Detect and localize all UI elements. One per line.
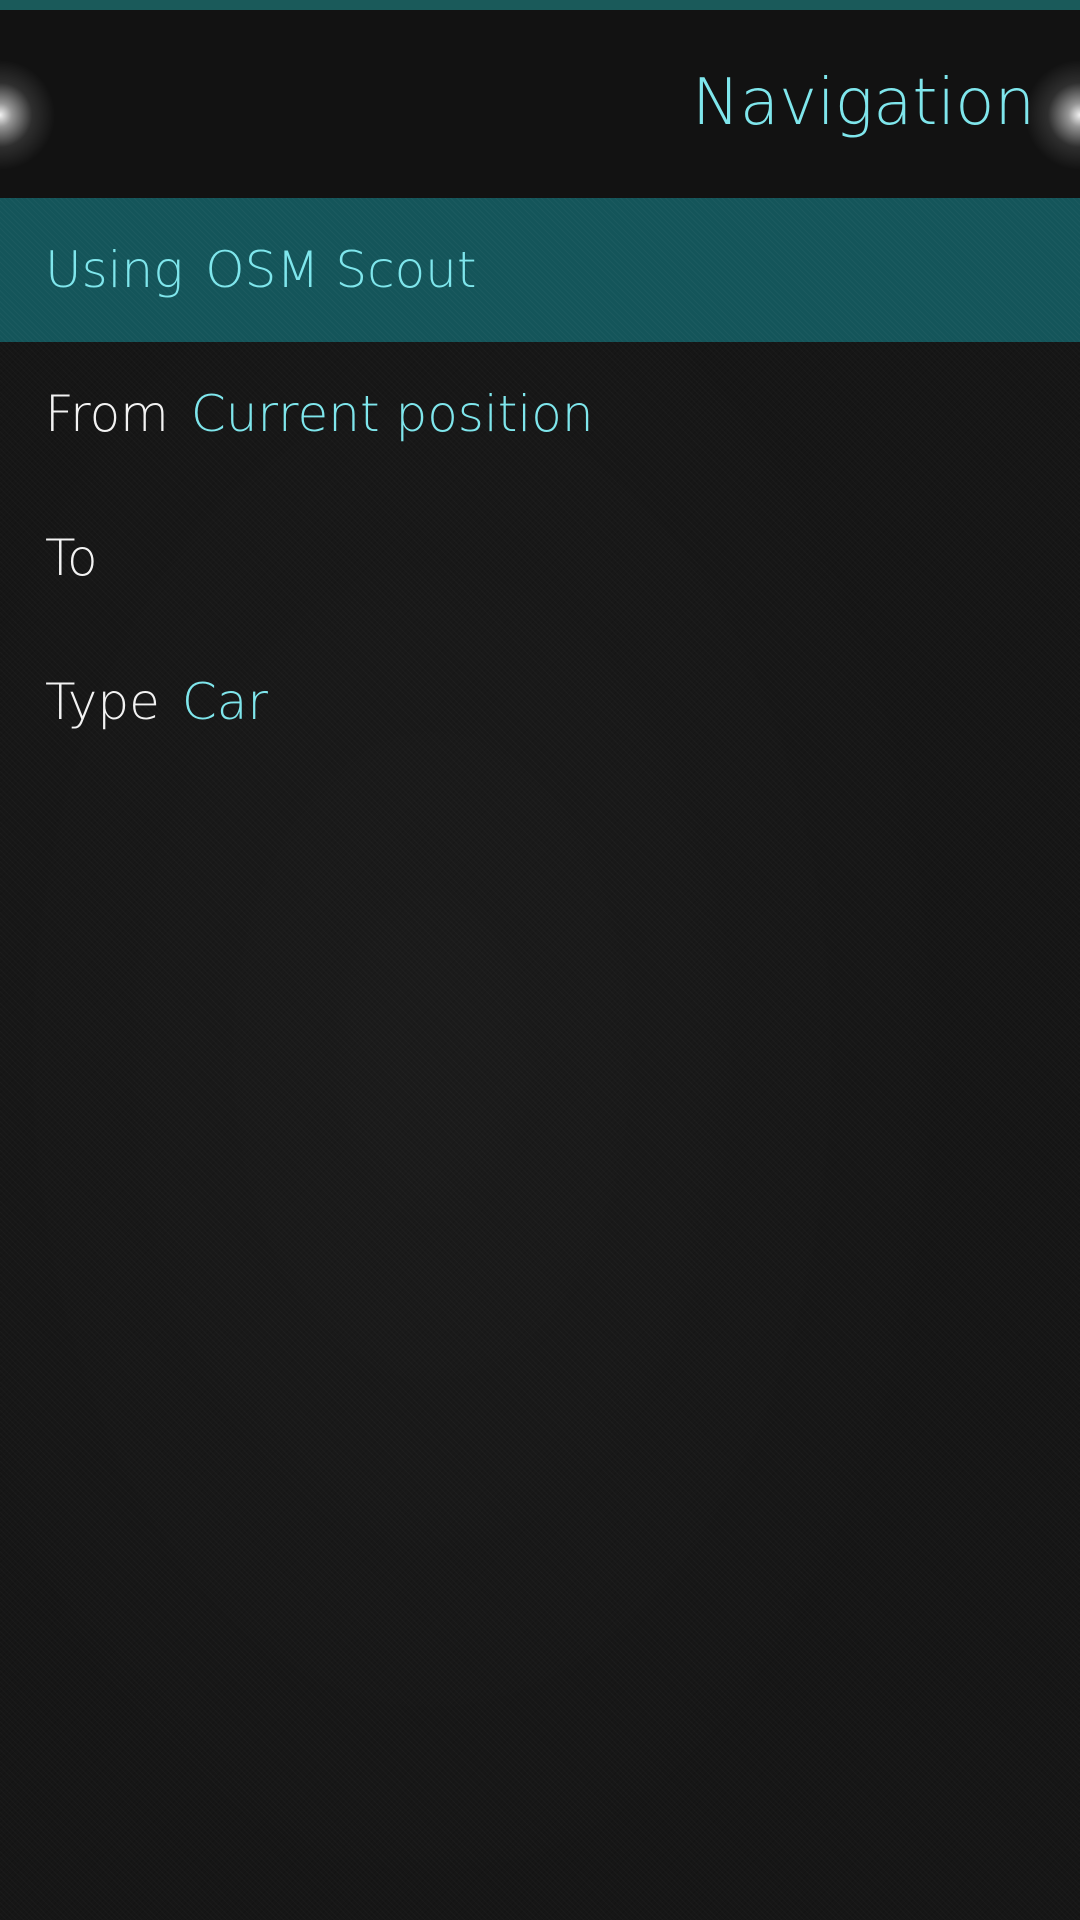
pulley-glow-left [0,55,60,175]
from-label: From [45,385,169,443]
from-selector[interactable]: From Current position [0,342,1080,486]
using-label: Using [45,241,184,299]
type-selector[interactable]: Type Car [0,630,1080,774]
screen: Navigation Using OSM Scout From Current … [0,0,1080,1920]
page-header: Navigation [0,10,1080,198]
type-label: Type [45,673,160,731]
from-value: Current position [190,385,594,443]
page-title: Navigation [692,66,1035,140]
using-selector[interactable]: Using OSM Scout [0,198,1080,342]
using-value: OSM Scout [205,241,477,299]
top-accent-strip [0,0,1080,10]
type-value: Car [181,673,268,731]
to-selector[interactable]: To [0,486,1080,630]
to-label: To [45,529,98,587]
